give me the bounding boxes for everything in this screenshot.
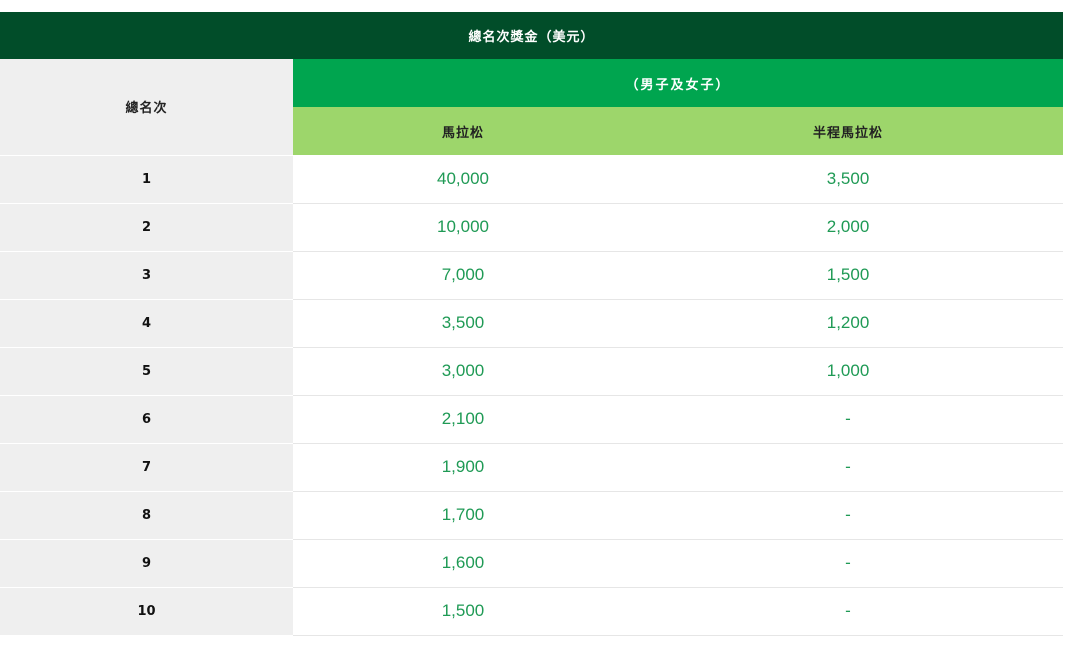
marathon-column-header: 馬拉松	[293, 107, 633, 155]
table-row: 9 1,600 -	[0, 539, 1064, 588]
half-marathon-prize-cell: 2,000	[633, 203, 1064, 252]
gender-group-header: （男子及女子）	[293, 59, 1064, 107]
rank-cell: 4	[0, 299, 293, 348]
half-marathon-prize-cell: 1,200	[633, 299, 1064, 348]
marathon-prize-cell: 1,700	[293, 491, 633, 540]
table-row: 5 3,000 1,000	[0, 347, 1064, 396]
rank-cell: 7	[0, 443, 293, 492]
table-row: 2 10,000 2,000	[0, 203, 1064, 252]
half-marathon-prize-cell: -	[633, 395, 1064, 444]
table-title: 總名次獎金（美元）	[0, 12, 1064, 59]
rank-cell: 6	[0, 395, 293, 444]
table-title-row: 總名次獎金（美元）	[0, 12, 1064, 59]
rank-cell: 8	[0, 491, 293, 540]
table-row: 10 1,500 -	[0, 587, 1064, 636]
rank-cell: 2	[0, 203, 293, 252]
rank-cell: 5	[0, 347, 293, 396]
marathon-prize-cell: 1,500	[293, 587, 633, 636]
marathon-prize-cell: 7,000	[293, 251, 633, 300]
marathon-prize-cell: 1,900	[293, 443, 633, 492]
half-marathon-prize-cell: 3,500	[633, 155, 1064, 204]
half-marathon-prize-cell: -	[633, 539, 1064, 588]
half-marathon-prize-cell: 1,500	[633, 251, 1064, 300]
table-row: 7 1,900 -	[0, 443, 1064, 492]
half-marathon-column-header: 半程馬拉松	[633, 107, 1064, 155]
marathon-prize-cell: 1,600	[293, 539, 633, 588]
marathon-prize-cell: 2,100	[293, 395, 633, 444]
marathon-prize-cell: 10,000	[293, 203, 633, 252]
rank-cell: 1	[0, 155, 293, 204]
half-marathon-prize-cell: -	[633, 443, 1064, 492]
rank-column-header: 總名次	[0, 59, 293, 156]
marathon-prize-cell: 40,000	[293, 155, 633, 204]
prize-money-table: 總名次獎金（美元） 總名次 （男子及女子） 馬拉松 半程馬拉松 1 40,000…	[0, 12, 1064, 636]
rank-cell: 9	[0, 539, 293, 588]
group-header-row: 總名次 （男子及女子）	[0, 59, 1064, 156]
rank-cell: 3	[0, 251, 293, 300]
table-row: 8 1,700 -	[0, 491, 1064, 540]
rank-cell: 10	[0, 587, 293, 636]
marathon-prize-cell: 3,500	[293, 299, 633, 348]
table-row: 3 7,000 1,500	[0, 251, 1064, 300]
half-marathon-prize-cell: 1,000	[633, 347, 1064, 396]
table-row: 4 3,500 1,200	[0, 299, 1064, 348]
marathon-prize-cell: 3,000	[293, 347, 633, 396]
half-marathon-prize-cell: -	[633, 587, 1064, 636]
table-row: 6 2,100 -	[0, 395, 1064, 444]
table-row: 1 40,000 3,500	[0, 155, 1064, 204]
half-marathon-prize-cell: -	[633, 491, 1064, 540]
prize-table-container: 總名次獎金（美元） 總名次 （男子及女子） 馬拉松 半程馬拉松 1 40,000…	[0, 12, 1064, 636]
